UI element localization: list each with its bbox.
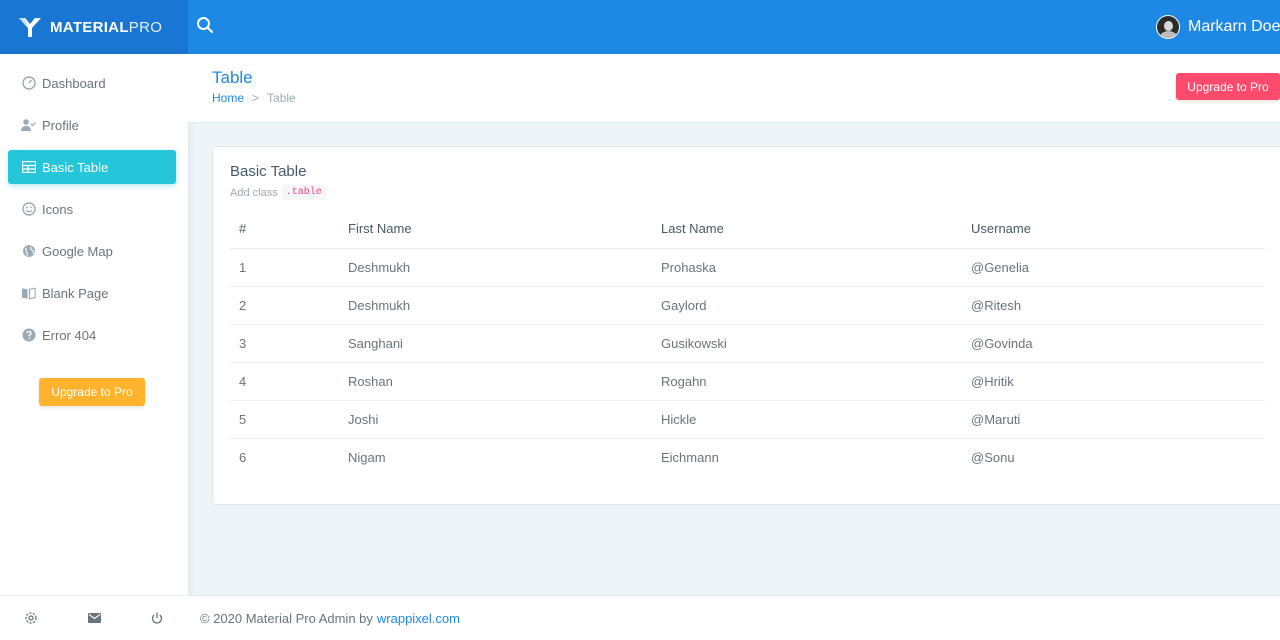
search-icon (197, 17, 213, 33)
sidebar-item-label: Error 404 (42, 327, 97, 343)
cell-number: 6 (239, 449, 247, 465)
chevron-right-icon: > (252, 91, 260, 105)
sidebar-item-label: Icons (42, 201, 74, 217)
cell-username: @Ritesh (961, 286, 1265, 325)
breadcrumb: Home > Table (212, 91, 296, 105)
cell-last-name: Prohaska (651, 248, 961, 287)
sidebar-item-label: Google Map (42, 243, 113, 259)
settings-button[interactable] (0, 596, 63, 640)
column-header-username: Username (961, 210, 1265, 249)
column-header-first-name: First Name (338, 210, 651, 249)
sidebar-item-error-404[interactable]: Error 404 (8, 318, 176, 352)
sidebar-nav: Dashboard Profile Basic Table Icons Goog… (0, 54, 188, 352)
table-icon (21, 160, 36, 175)
card-title: Basic Table (230, 163, 307, 180)
card-code: .table (281, 185, 326, 200)
footer-link[interactable]: wrappixel.com (377, 611, 460, 626)
book-open-icon (21, 286, 36, 301)
topbar: MATERIALPRO Markarn Doe (0, 0, 1280, 54)
table-row: 4 Roshan Rogahn @Hritik (229, 362, 1265, 401)
cell-number: 4 (229, 362, 338, 401)
page-footer: © 2020 Material Pro Admin by wrappixel.c… (188, 595, 1280, 640)
cell-username: @Sonu (971, 449, 1015, 465)
sidebar-item-label: Blank Page (42, 285, 109, 301)
basic-table: # First Name Last Name Username 1 Deshmu… (229, 210, 1265, 476)
brand-logo-icon (19, 18, 41, 37)
table-row: 6 Nigam Eichmann @Sonu (229, 438, 1265, 476)
sidebar-item-label: Dashboard (42, 75, 106, 91)
cell-first-name: Deshmukh (338, 286, 651, 325)
power-icon (151, 612, 162, 624)
logout-button[interactable] (125, 596, 188, 640)
sidebar-item-dashboard[interactable]: Dashboard (8, 66, 176, 100)
sidebar-item-google-map[interactable]: Google Map (8, 234, 176, 268)
card-subtitle-text: Add class (230, 186, 278, 199)
cell-first-name: Nigam (348, 449, 386, 465)
table-row: 1 Deshmukh Prohaska @Genelia (229, 248, 1265, 287)
cell-last-name: Eichmann (661, 449, 719, 465)
table-header-row: # First Name Last Name Username (229, 210, 1265, 249)
avatar (1156, 15, 1180, 39)
page-title: Table (212, 68, 253, 87)
user-menu[interactable]: Markarn Doe (1156, 15, 1280, 39)
cell-last-name: Gusikowski (651, 324, 961, 363)
breadcrumb-home-link[interactable]: Home (212, 91, 244, 105)
cell-last-name: Rogahn (651, 362, 961, 401)
cell-username: @Maruti (961, 400, 1265, 439)
footer-text: © 2020 Material Pro Admin by (200, 610, 373, 626)
cell-number: 2 (229, 286, 338, 325)
sidebar-item-label: Profile (42, 117, 79, 133)
brand-name: MATERIALPRO (50, 18, 163, 36)
settings-icon (25, 612, 37, 624)
search-button[interactable] (196, 16, 216, 36)
table-row: 3 Sanghani Gusikowski @Govinda (229, 324, 1265, 363)
basic-table-card: Basic Table Add class .table # First Nam… (212, 146, 1280, 505)
sidebar-item-icons[interactable]: Icons (8, 192, 176, 226)
cell-number: 5 (229, 400, 338, 439)
cell-last-name: Gaylord (651, 286, 961, 325)
sidebar-item-blank-page[interactable]: Blank Page (8, 276, 176, 310)
cell-number: 3 (229, 324, 338, 363)
sidebar-item-profile[interactable]: Profile (8, 108, 176, 142)
cell-first-name: Sanghani (338, 324, 651, 363)
upgrade-to-pro-top-button[interactable]: Upgrade to Pro (1176, 73, 1280, 100)
cell-number: 1 (229, 248, 338, 287)
breadcrumb-current: Table (267, 91, 296, 105)
brand-logo[interactable]: MATERIALPRO (0, 0, 188, 54)
cell-last-name: Hickle (651, 400, 961, 439)
cell-first-name: Roshan (338, 362, 651, 401)
mail-icon (87, 613, 101, 623)
sidebar: Dashboard Profile Basic Table Icons Goog… (0, 54, 188, 640)
sidebar-footer (0, 595, 188, 640)
column-header-last-name: Last Name (651, 210, 961, 249)
upgrade-to-pro-button[interactable]: Upgrade to Pro (39, 378, 145, 406)
sidebar-item-basic-table[interactable]: Basic Table (8, 150, 176, 184)
table-row: 5 Joshi Hickle @Maruti (229, 400, 1265, 439)
globe-icon (21, 244, 36, 259)
cell-username: @Hritik (961, 362, 1265, 401)
cell-first-name: Joshi (338, 400, 651, 439)
user-name: Markarn Doe (1188, 18, 1280, 35)
card-subtitle: Add class .table (230, 185, 326, 200)
cell-username: @Govinda (961, 324, 1265, 363)
table-row: 2 Deshmukh Gaylord @Ritesh (229, 286, 1265, 325)
smile-icon (21, 202, 36, 217)
page-header: Table Home > Table Upgrade to Pro (188, 54, 1280, 123)
gauge-icon (21, 76, 36, 91)
user-check-icon (21, 118, 36, 133)
cell-first-name: Deshmukh (338, 248, 651, 287)
mail-button[interactable] (63, 596, 126, 640)
help-circle-icon (21, 328, 36, 343)
sidebar-item-label: Basic Table (42, 159, 109, 175)
cell-username: @Genelia (961, 248, 1265, 287)
column-header-number: # (229, 210, 338, 249)
